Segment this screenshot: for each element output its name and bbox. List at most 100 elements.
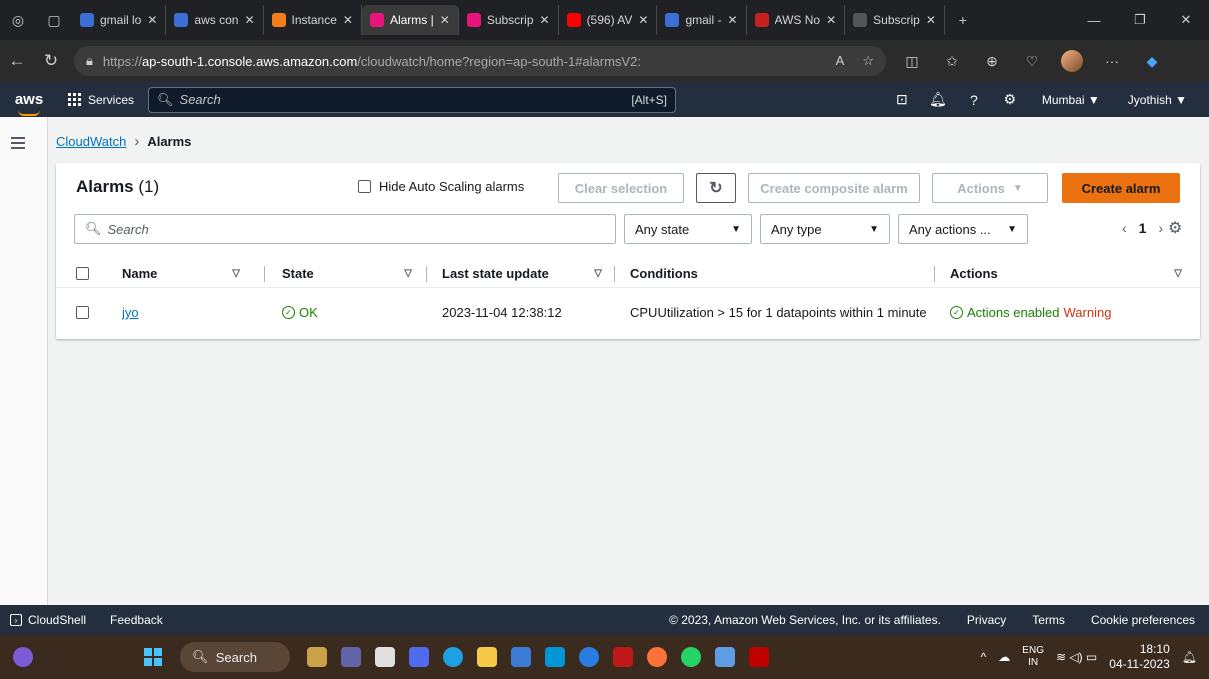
- hamburger-menu-icon[interactable]: [11, 137, 25, 152]
- copilot-icon[interactable]: ◆: [1134, 45, 1170, 77]
- minimize-icon[interactable]: —: [1071, 0, 1117, 40]
- region-selector[interactable]: Mumbai ▼: [1028, 93, 1114, 107]
- taskbar-search[interactable]: 🔍︎ Search: [180, 642, 290, 672]
- browser-tab[interactable]: gmail - ✕: [657, 5, 747, 35]
- actions-dropdown-button[interactable]: Actions ▼: [932, 173, 1048, 203]
- next-page-icon[interactable]: ›: [1158, 220, 1163, 236]
- close-tab-icon[interactable]: ✕: [727, 13, 737, 27]
- services-menu[interactable]: Services: [58, 92, 144, 107]
- firefox-icon[interactable]: [640, 640, 674, 674]
- url-field[interactable]: 🔒︎ https://ap-south-1.console.aws.amazon…: [74, 46, 886, 76]
- column-conditions[interactable]: Conditions: [630, 258, 930, 288]
- close-tab-icon[interactable]: ✕: [540, 13, 550, 27]
- state-ok-badge: ✓ OK: [282, 305, 318, 320]
- create-composite-alarm-button[interactable]: Create composite alarm: [748, 173, 920, 203]
- table-preferences-gear-icon[interactable]: ⚙: [1168, 218, 1182, 238]
- actions-warning-link[interactable]: Warning: [1064, 305, 1112, 320]
- collections-icon[interactable]: ⊕: [974, 45, 1010, 77]
- restore-icon[interactable]: ❐: [1117, 0, 1163, 40]
- clear-selection-button[interactable]: Clear selection: [558, 173, 684, 203]
- create-alarm-button[interactable]: Create alarm: [1062, 173, 1180, 203]
- browser-tab[interactable]: aws con ✕: [166, 5, 264, 35]
- reload-icon[interactable]: ↻: [34, 44, 68, 78]
- browser-tab[interactable]: Instance ✕: [264, 5, 362, 35]
- aws-search-input[interactable]: 🔍︎ Search [Alt+S]: [148, 86, 677, 113]
- help-app-icon[interactable]: [572, 640, 606, 674]
- new-tab-icon[interactable]: +: [945, 0, 981, 40]
- help-icon[interactable]: ?: [956, 92, 992, 108]
- row-checkbox[interactable]: [76, 288, 89, 336]
- favorites-icon[interactable]: ✩: [934, 45, 970, 77]
- read-aloud-icon[interactable]: A: [836, 53, 845, 69]
- feedback-link[interactable]: Feedback: [110, 613, 163, 627]
- close-tab-icon[interactable]: ✕: [440, 13, 450, 27]
- column-actions[interactable]: Actions ▽: [950, 258, 1182, 288]
- onedrive-cloud-icon[interactable]: ☁: [998, 650, 1010, 664]
- split-screen-icon[interactable]: ◫: [894, 45, 930, 77]
- myhp-icon[interactable]: [538, 640, 572, 674]
- store-icon[interactable]: [504, 640, 538, 674]
- close-tab-icon[interactable]: ✕: [244, 13, 254, 27]
- teams-icon[interactable]: [334, 640, 368, 674]
- language-indicator[interactable]: ENG IN: [1022, 645, 1044, 669]
- user-avatar-icon[interactable]: [6, 640, 40, 674]
- browser-tab[interactable]: AWS No ✕: [747, 5, 846, 35]
- edge-icon[interactable]: [436, 640, 470, 674]
- refresh-button[interactable]: ↻: [696, 173, 736, 203]
- breadcrumb-cloudwatch[interactable]: CloudWatch: [56, 134, 126, 149]
- close-tab-icon[interactable]: ✕: [147, 13, 157, 27]
- alarm-name-link[interactable]: jyo: [122, 305, 139, 320]
- profile-avatar[interactable]: [1054, 45, 1090, 77]
- clock[interactable]: 18:10 04-11-2023: [1109, 642, 1170, 672]
- actions-filter-select[interactable]: Any actions ... ▼: [898, 214, 1028, 244]
- alarm-search-input[interactable]: 🔍︎ Search: [74, 214, 616, 244]
- close-tab-icon[interactable]: ✕: [926, 13, 936, 27]
- browser-tab[interactable]: Subscrip ✕: [459, 5, 559, 35]
- tab-actions-icon[interactable]: ▢: [36, 0, 72, 40]
- aws-logo[interactable]: aws: [0, 91, 58, 116]
- meet-icon[interactable]: [402, 640, 436, 674]
- browser-tab[interactable]: Subscrip ✕: [845, 5, 945, 35]
- show-hidden-icons-chevron-icon[interactable]: ^: [981, 650, 987, 664]
- select-all-checkbox[interactable]: [76, 258, 89, 288]
- widgets-icon[interactable]: [300, 640, 334, 674]
- column-state[interactable]: State ▽: [282, 258, 412, 288]
- terms-link[interactable]: Terms: [1006, 613, 1065, 627]
- check-circle-icon: ✓: [950, 305, 963, 319]
- favorite-star-icon[interactable]: ☆: [862, 53, 874, 69]
- close-tab-icon[interactable]: ✕: [826, 13, 836, 27]
- cloudshell-icon[interactable]: ⊡: [884, 91, 920, 108]
- close-tab-icon[interactable]: ✕: [638, 13, 648, 27]
- performance-icon[interactable]: ♡: [1014, 45, 1050, 77]
- hide-autoscaling-checkbox[interactable]: Hide Auto Scaling alarms: [358, 179, 524, 194]
- workspaces-icon[interactable]: ◎: [0, 0, 36, 40]
- type-filter-select[interactable]: Any type ▼: [760, 214, 890, 244]
- file-explorer-icon[interactable]: [470, 640, 504, 674]
- wifi-volume-battery-icon[interactable]: ≋ ◁) ▭: [1056, 650, 1097, 664]
- start-icon[interactable]: [136, 640, 170, 674]
- column-name[interactable]: Name ▽: [122, 258, 240, 288]
- back-icon[interactable]: ←: [0, 44, 34, 78]
- privacy-link[interactable]: Privacy: [941, 613, 1006, 627]
- close-window-icon[interactable]: ✕: [1163, 0, 1209, 40]
- filezilla-icon[interactable]: [742, 640, 776, 674]
- whatsapp-icon[interactable]: [674, 640, 708, 674]
- notification-bell-icon[interactable]: 🔔︎: [1182, 650, 1197, 664]
- mcafee-icon[interactable]: [606, 640, 640, 674]
- settings-gear-icon[interactable]: ⚙: [992, 91, 1028, 108]
- prev-page-icon[interactable]: ‹: [1122, 220, 1127, 236]
- column-last-state-update[interactable]: Last state update ▽: [442, 258, 602, 288]
- state-filter-select[interactable]: Any state ▼: [624, 214, 752, 244]
- current-page[interactable]: 1: [1139, 220, 1147, 236]
- cloudshell-button[interactable]: › CloudShell: [0, 613, 86, 627]
- browser-tab[interactable]: gmail lo ✕: [72, 5, 167, 35]
- cookie-preferences-link[interactable]: Cookie preferences: [1065, 613, 1195, 627]
- notifications-bell-icon[interactable]: 🔔︎: [920, 91, 956, 108]
- close-tab-icon[interactable]: ✕: [343, 13, 353, 27]
- network-app-icon[interactable]: [708, 640, 742, 674]
- task-view-icon[interactable]: [368, 640, 402, 674]
- browser-tab[interactable]: Alarms | ✕: [361, 5, 459, 35]
- browser-tab[interactable]: (596) AV ✕: [559, 5, 658, 35]
- more-menu-icon[interactable]: ···: [1094, 45, 1130, 77]
- user-menu[interactable]: Jyothish ▼: [1114, 93, 1201, 107]
